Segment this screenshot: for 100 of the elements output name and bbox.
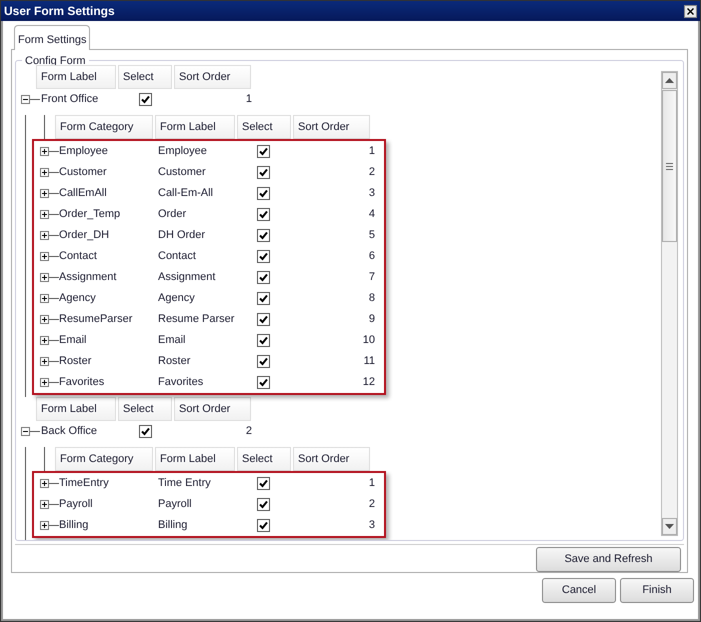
tab[interactable]: Form Settings bbox=[14, 25, 90, 50]
checkbox[interactable] bbox=[257, 166, 270, 179]
table-cell-text: 8 bbox=[368, 291, 375, 306]
table-cell-text: Assignment bbox=[59, 270, 118, 286]
group-label: Back Office bbox=[40, 424, 98, 440]
table-cell-text: 9 bbox=[368, 312, 375, 328]
table-cell-text: Roster bbox=[158, 354, 192, 370]
table-cell-text: Billing bbox=[59, 518, 90, 534]
checkbox[interactable] bbox=[257, 376, 270, 389]
column-header[interactable]: Select bbox=[118, 65, 172, 89]
dialog-button[interactable]: Cancel bbox=[542, 578, 616, 603]
expand-icon[interactable] bbox=[40, 189, 49, 198]
expand-icon[interactable] bbox=[40, 479, 49, 488]
expand-icon[interactable] bbox=[40, 252, 49, 261]
checkbox[interactable] bbox=[257, 292, 270, 305]
checkbox[interactable] bbox=[257, 519, 270, 532]
expand-icon[interactable] bbox=[40, 521, 49, 530]
scroll-down-icon[interactable] bbox=[665, 524, 674, 529]
expand-icon[interactable] bbox=[40, 315, 49, 324]
table-cell-text: ResumeParser bbox=[59, 312, 134, 328]
column-header[interactable]: Select bbox=[237, 115, 291, 139]
checkbox[interactable] bbox=[257, 313, 270, 326]
table-cell-text: Agency bbox=[59, 291, 97, 306]
dialog-button[interactable]: Finish bbox=[620, 578, 694, 603]
expand-icon[interactable] bbox=[40, 357, 49, 366]
column-header[interactable]: Form Category bbox=[55, 115, 153, 139]
expand-icon[interactable] bbox=[40, 294, 49, 303]
expand-icon[interactable] bbox=[40, 378, 49, 387]
column-header[interactable]: Form Label bbox=[155, 447, 235, 471]
table-cell-text: 2 bbox=[368, 165, 375, 180]
table-cell-text: 6 bbox=[368, 249, 375, 264]
checkbox[interactable] bbox=[257, 250, 270, 263]
column-header[interactable]: Form Category bbox=[55, 447, 153, 471]
table-cell-text: Email bbox=[158, 333, 187, 348]
table-cell-text: TimeEntry bbox=[59, 476, 110, 492]
column-header[interactable]: Sort Order bbox=[293, 447, 370, 471]
table-cell-text: 4 bbox=[368, 207, 375, 222]
table-cell-text: Employee bbox=[158, 144, 208, 160]
table-cell-text: Order bbox=[158, 207, 188, 222]
checkbox[interactable] bbox=[139, 425, 152, 438]
table-cell-text: 1 bbox=[368, 476, 375, 492]
table-cell-text: 10 bbox=[362, 333, 375, 348]
checkbox[interactable] bbox=[257, 208, 270, 221]
column-header[interactable]: Sort Order bbox=[174, 65, 251, 89]
expand-icon[interactable] bbox=[40, 500, 49, 509]
table-cell-text: Resume Parser bbox=[158, 312, 236, 328]
checkbox[interactable] bbox=[257, 355, 270, 368]
table-cell-text: 5 bbox=[368, 228, 375, 244]
table-cell-text: DH Order bbox=[158, 228, 206, 244]
table-cell-text: Contact bbox=[158, 249, 197, 264]
checkbox[interactable] bbox=[257, 187, 270, 200]
column-header[interactable]: Select bbox=[237, 447, 291, 471]
collapse-icon[interactable] bbox=[21, 95, 30, 104]
table-cell-text: 12 bbox=[362, 375, 375, 390]
table-cell-text: Time Entry bbox=[158, 476, 212, 492]
close-icon[interactable] bbox=[684, 4, 697, 18]
column-header[interactable]: Form Label bbox=[36, 397, 116, 421]
table-cell-text: 7 bbox=[368, 270, 375, 286]
checkbox[interactable] bbox=[257, 334, 270, 347]
checkbox[interactable] bbox=[257, 145, 270, 158]
checkbox[interactable] bbox=[257, 229, 270, 242]
table-cell-text: CallEmAll bbox=[59, 186, 108, 202]
collapse-icon[interactable] bbox=[21, 427, 30, 436]
table-cell-text: 3 bbox=[368, 186, 375, 202]
table-cell-text: 3 bbox=[368, 518, 375, 534]
column-header[interactable]: Form Label bbox=[36, 65, 116, 89]
table-cell-text: Call-Em-All bbox=[158, 186, 214, 202]
expand-icon[interactable] bbox=[40, 273, 49, 282]
checkbox[interactable] bbox=[257, 498, 270, 511]
scrollbar[interactable] bbox=[661, 71, 678, 536]
column-header[interactable]: Select bbox=[118, 397, 172, 421]
save-and-refresh-button[interactable]: Save and Refresh bbox=[536, 547, 681, 572]
expand-icon[interactable] bbox=[40, 336, 49, 345]
checkbox[interactable] bbox=[257, 271, 270, 284]
window-title: User Form Settings bbox=[4, 3, 115, 20]
scroll-thumb[interactable] bbox=[662, 90, 677, 242]
table-cell-text: Email bbox=[59, 333, 88, 348]
table-cell-text: 11 bbox=[362, 354, 375, 370]
group-label: Front Office bbox=[40, 92, 100, 108]
table-cell-text: Billing bbox=[158, 518, 188, 534]
table-cell-text: Order_DH bbox=[59, 228, 110, 244]
expand-icon[interactable] bbox=[40, 210, 49, 219]
scroll-up-icon[interactable] bbox=[665, 78, 674, 83]
sort-order: 1 bbox=[244, 92, 252, 108]
checkbox[interactable] bbox=[139, 93, 152, 106]
table-cell-text: 2 bbox=[368, 497, 375, 512]
expand-icon[interactable] bbox=[40, 231, 49, 240]
column-header[interactable]: Form Label bbox=[155, 115, 235, 139]
column-header[interactable]: Sort Order bbox=[174, 397, 251, 421]
table-cell-text: Assignment bbox=[158, 270, 216, 286]
sort-order: 2 bbox=[244, 424, 252, 440]
table-cell-text: Roster bbox=[59, 354, 92, 370]
table-cell-text: Payroll bbox=[158, 497, 193, 512]
table-cell-text: Customer bbox=[59, 165, 108, 180]
table-cell-text: Employee bbox=[59, 144, 109, 160]
checkbox[interactable] bbox=[257, 477, 270, 490]
expand-icon[interactable] bbox=[40, 168, 49, 177]
table-cell-text: Favorites bbox=[59, 375, 106, 390]
expand-icon[interactable] bbox=[40, 147, 49, 156]
column-header[interactable]: Sort Order bbox=[293, 115, 370, 139]
